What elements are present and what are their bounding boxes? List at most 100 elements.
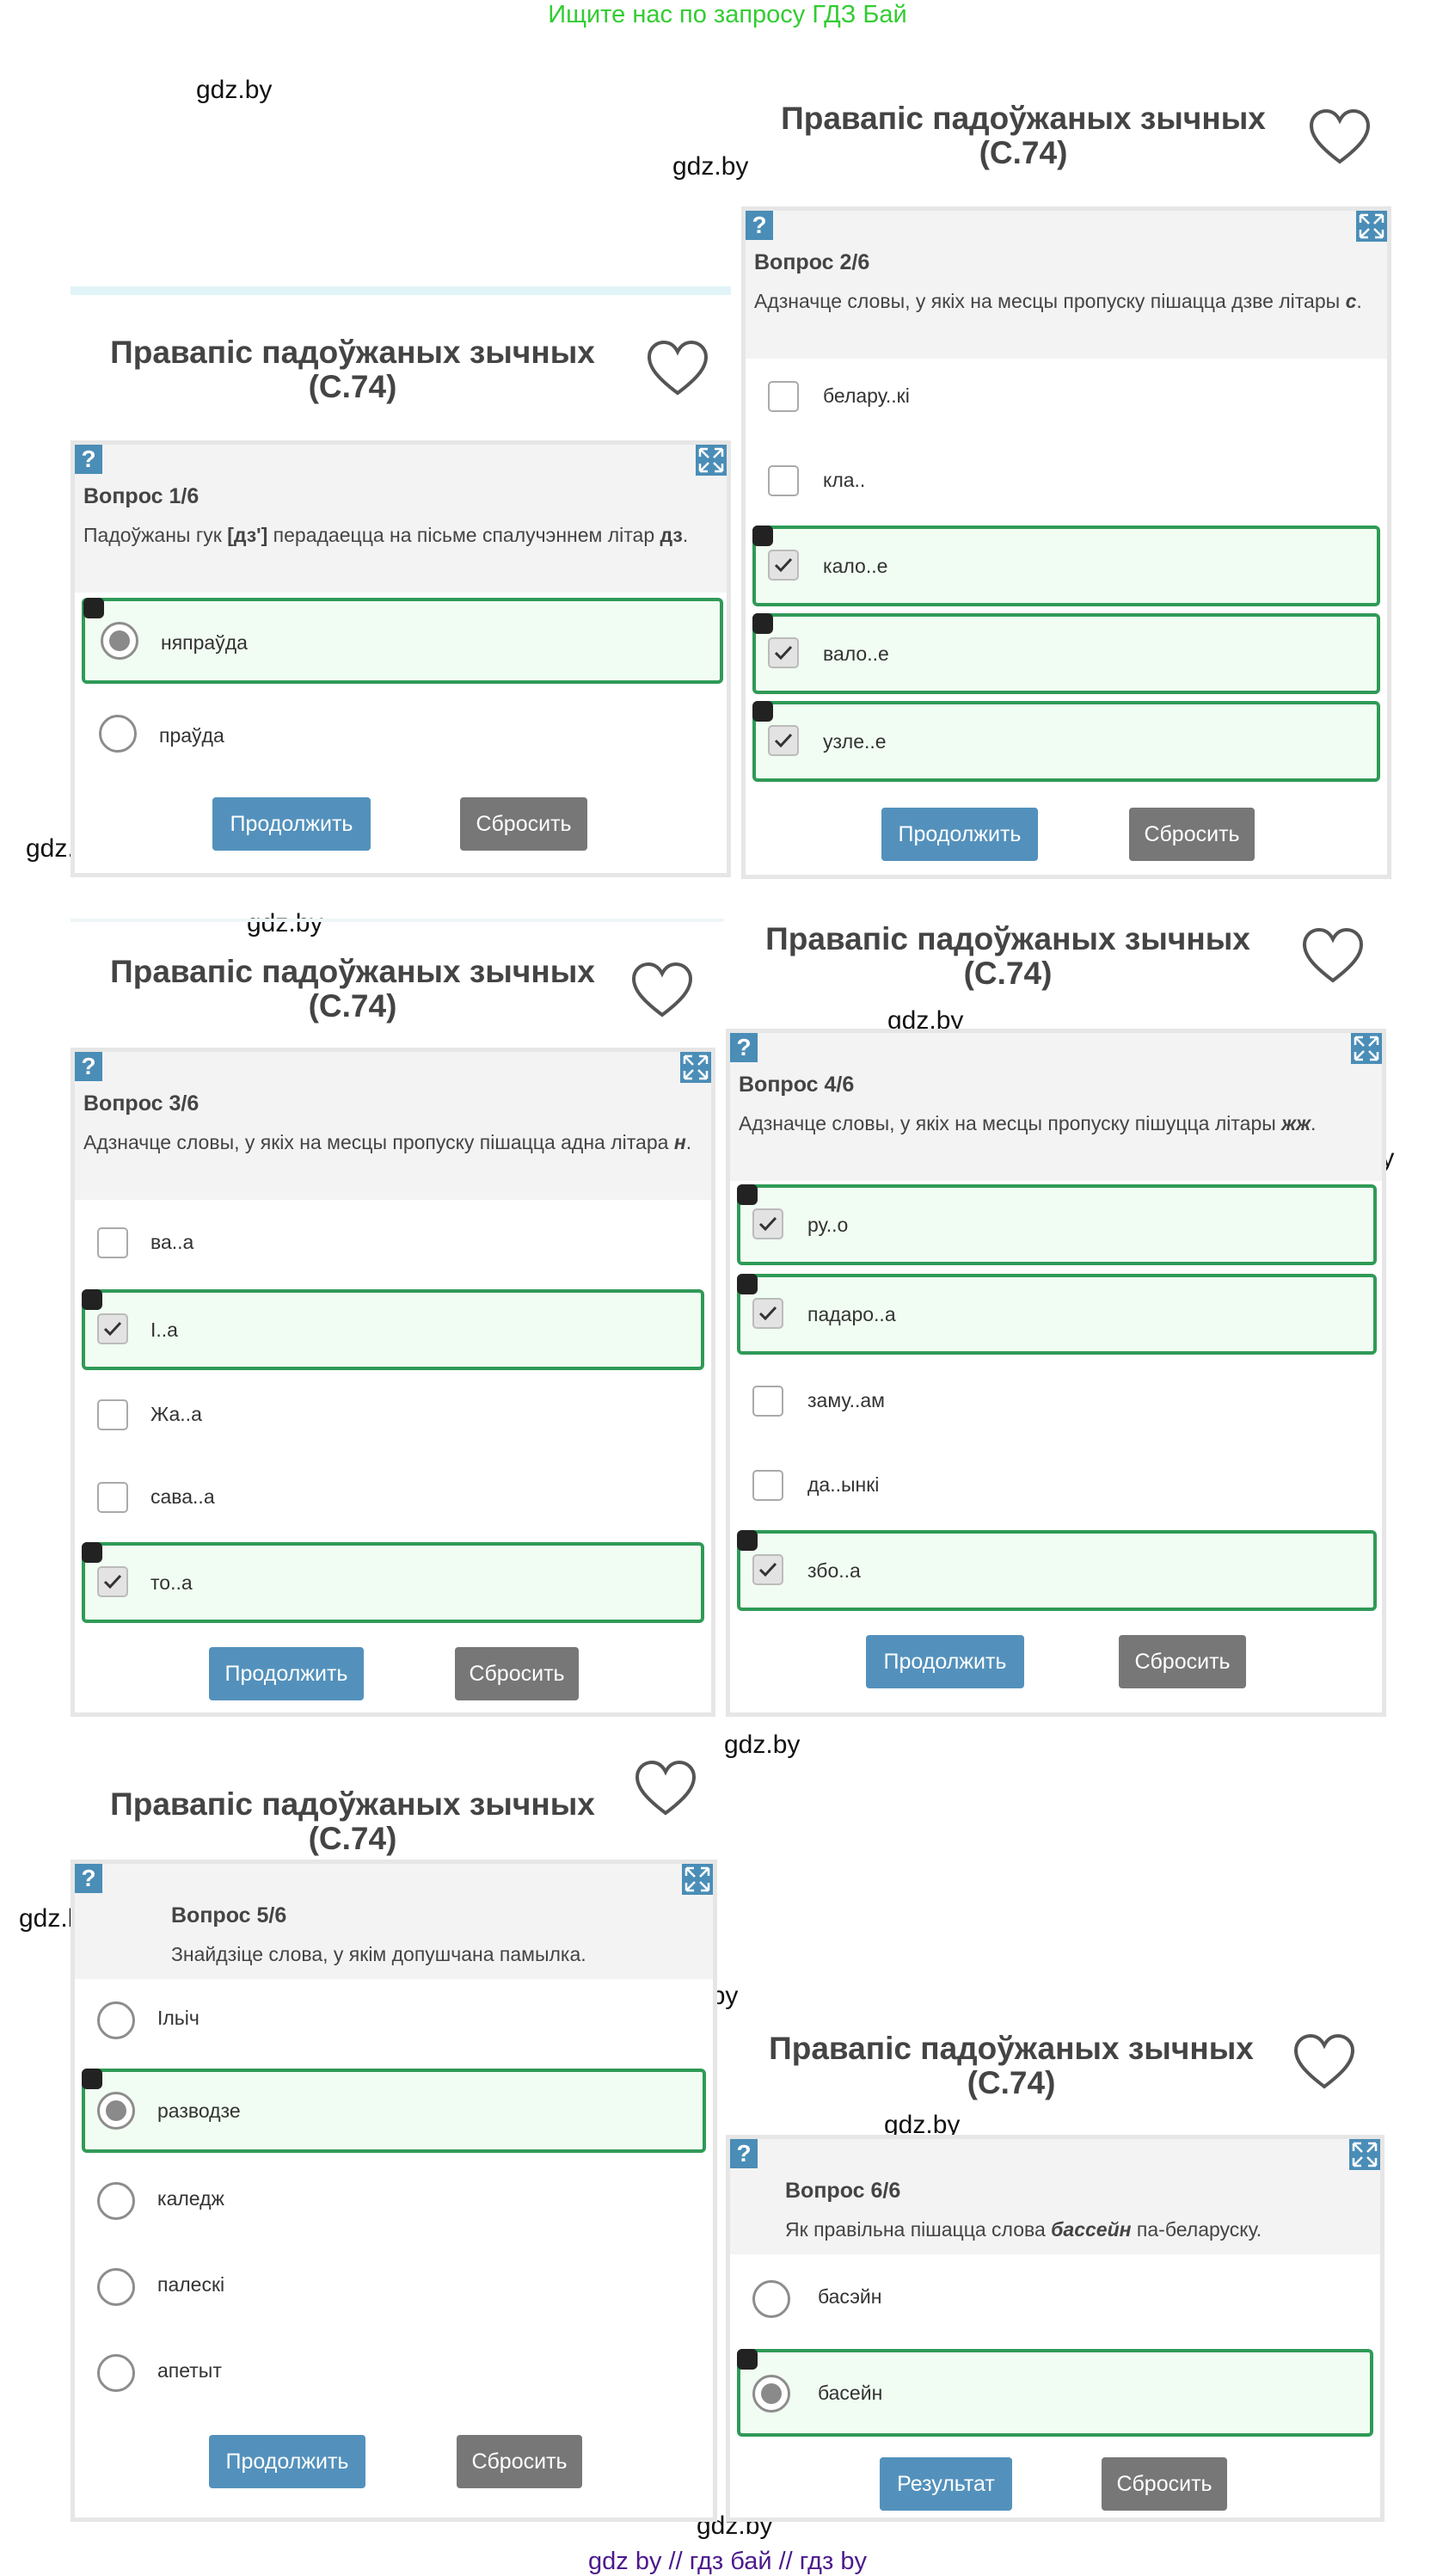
option[interactable]: каледж bbox=[83, 2161, 704, 2239]
reset-button[interactable]: Сбросить bbox=[455, 1647, 579, 1700]
help-button[interactable]: ? bbox=[730, 2139, 758, 2168]
option-selected[interactable]: збо..а bbox=[737, 1530, 1377, 1611]
radio-button[interactable] bbox=[752, 2375, 790, 2413]
option[interactable]: белару..кі bbox=[754, 359, 1378, 434]
reset-button[interactable]: Сбросить bbox=[1129, 808, 1255, 861]
expand-button[interactable] bbox=[1356, 211, 1387, 242]
checkbox[interactable] bbox=[97, 1566, 128, 1597]
option[interactable]: апетыт bbox=[83, 2333, 704, 2411]
selection-marker bbox=[737, 2349, 758, 2370]
checkbox[interactable] bbox=[768, 465, 799, 496]
reset-button[interactable]: Сбросить bbox=[1102, 2457, 1227, 2511]
favorite-heart-icon[interactable] bbox=[629, 960, 695, 1020]
option-selected[interactable]: няпраўда bbox=[82, 598, 723, 684]
option[interactable]: заму..ам bbox=[739, 1363, 1375, 1439]
radio-button[interactable] bbox=[97, 2182, 135, 2220]
continue-button[interactable]: Продолжить bbox=[209, 1647, 364, 1700]
reset-button[interactable]: Сбросить bbox=[1119, 1635, 1246, 1688]
option-label: праўда bbox=[159, 724, 224, 747]
help-button[interactable]: ? bbox=[730, 1033, 758, 1062]
question-panel-2: ? Вопрос 2/6 Адзначце словы, у якіх на м… bbox=[741, 206, 1391, 879]
continue-button[interactable]: Продолжить bbox=[866, 1635, 1024, 1688]
help-button[interactable]: ? bbox=[75, 445, 102, 474]
radio-button[interactable] bbox=[101, 622, 138, 660]
radio-button[interactable] bbox=[97, 2092, 135, 2130]
selection-marker bbox=[82, 1289, 102, 1310]
favorite-heart-icon[interactable] bbox=[1307, 107, 1372, 167]
help-button[interactable]: ? bbox=[746, 211, 773, 240]
footer-links[interactable]: gdz by // гдз бай // гдз by bbox=[0, 2548, 1455, 2576]
question-text: Знайдзіце слова, у якім допушчана памылк… bbox=[171, 1943, 586, 1965]
checkbox[interactable] bbox=[97, 1399, 128, 1430]
option-selected[interactable]: то..а bbox=[82, 1542, 704, 1623]
option[interactable]: Жа..а bbox=[83, 1377, 703, 1453]
checkbox[interactable] bbox=[752, 1470, 783, 1501]
checkbox[interactable] bbox=[768, 637, 799, 668]
option-label: падаро..а bbox=[807, 1303, 896, 1325]
watermark: gdz.by bbox=[196, 76, 273, 104]
radio-button[interactable] bbox=[97, 2268, 135, 2306]
option-selected[interactable]: кало..е bbox=[752, 526, 1380, 606]
help-button[interactable]: ? bbox=[75, 1052, 102, 1081]
radio-button[interactable] bbox=[99, 715, 137, 753]
continue-button[interactable]: Продолжить bbox=[212, 797, 371, 851]
option[interactable]: басэйн bbox=[739, 2256, 1372, 2340]
question-text: Адзначце словы, у якіх на месцы пропуску… bbox=[739, 1112, 1317, 1134]
checkbox[interactable] bbox=[752, 1554, 783, 1585]
question-text: Адзначце словы, у якіх на месцы пропуску… bbox=[83, 1131, 692, 1153]
option-selected[interactable]: узле..е bbox=[752, 701, 1380, 782]
reset-button[interactable]: Сбросить bbox=[457, 2435, 582, 2488]
question-header bbox=[75, 1052, 711, 1200]
option-selected[interactable]: падаро..а bbox=[737, 1274, 1377, 1355]
radio-button[interactable] bbox=[97, 2354, 135, 2392]
expand-button[interactable] bbox=[1351, 1033, 1382, 1064]
watermark: gdz.by bbox=[672, 152, 749, 181]
option[interactable]: кла.. bbox=[754, 443, 1378, 519]
checkbox[interactable] bbox=[768, 725, 799, 756]
option[interactable]: Ільіч bbox=[83, 1981, 704, 2058]
expand-button[interactable] bbox=[696, 445, 727, 476]
continue-button[interactable]: Продолжить bbox=[881, 808, 1038, 861]
result-button[interactable]: Результат bbox=[880, 2457, 1012, 2511]
checkbox[interactable] bbox=[752, 1208, 783, 1239]
option[interactable]: палескі bbox=[83, 2247, 704, 2325]
quiz-title: Правапіс падоўжаных зычных (С.74) bbox=[110, 1786, 595, 1856]
expand-icon bbox=[1359, 213, 1384, 239]
checkbox[interactable] bbox=[752, 1298, 783, 1329]
option[interactable]: ва..а bbox=[83, 1205, 703, 1281]
radio-button[interactable] bbox=[752, 2280, 790, 2318]
checkbox[interactable] bbox=[752, 1386, 783, 1417]
option[interactable]: да..ынкі bbox=[739, 1448, 1375, 1523]
reset-button[interactable]: Сбросить bbox=[460, 797, 587, 851]
option-label: сава..а bbox=[150, 1485, 215, 1508]
checkbox[interactable] bbox=[97, 1227, 128, 1258]
favorite-heart-icon[interactable] bbox=[633, 1758, 698, 1818]
option-label: вало..е bbox=[823, 642, 889, 665]
option-selected[interactable]: разводзе bbox=[82, 2069, 706, 2153]
option[interactable]: сава..а bbox=[83, 1460, 703, 1535]
favorite-heart-icon[interactable] bbox=[1292, 2032, 1357, 2092]
option-label: узле..е bbox=[823, 730, 887, 753]
checkbox[interactable] bbox=[768, 550, 799, 581]
favorite-heart-icon[interactable] bbox=[1300, 925, 1366, 986]
favorite-heart-icon[interactable] bbox=[645, 338, 710, 398]
checkbox[interactable] bbox=[97, 1482, 128, 1513]
option-label: да..ынкі bbox=[807, 1473, 880, 1496]
question-text: Адзначце словы, у якіх на месцы пропуску… bbox=[754, 290, 1362, 312]
checkbox[interactable] bbox=[768, 381, 799, 412]
checkmark-icon bbox=[774, 733, 793, 748]
help-button[interactable]: ? bbox=[75, 1864, 102, 1893]
option-selected[interactable]: І..а bbox=[82, 1289, 704, 1370]
option-selected[interactable]: вало..е bbox=[752, 613, 1380, 694]
radio-button[interactable] bbox=[97, 2001, 135, 2039]
continue-button[interactable]: Продолжить bbox=[209, 2435, 365, 2488]
selection-marker bbox=[82, 1542, 102, 1563]
option-selected[interactable]: ру..о bbox=[737, 1184, 1377, 1265]
expand-button[interactable] bbox=[680, 1052, 711, 1083]
checkbox[interactable] bbox=[97, 1313, 128, 1344]
expand-button[interactable] bbox=[682, 1864, 713, 1895]
expand-button[interactable] bbox=[1349, 2139, 1380, 2170]
option[interactable]: праўда bbox=[83, 692, 721, 777]
option-selected[interactable]: басейн bbox=[737, 2349, 1373, 2437]
option-label: белару..кі bbox=[823, 384, 910, 407]
